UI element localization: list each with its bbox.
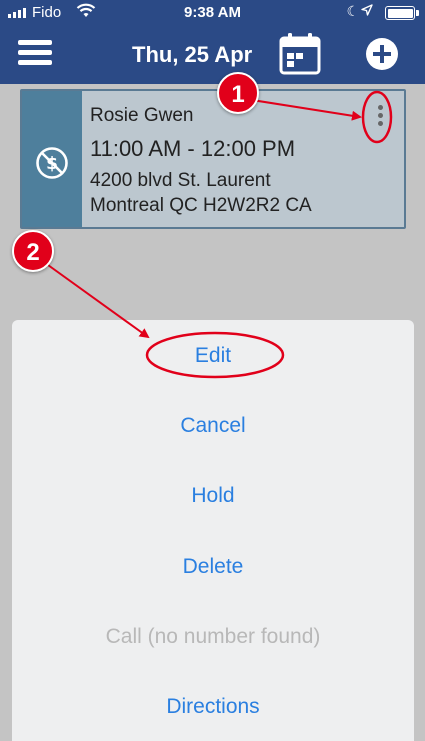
directions-button[interactable]: Directions <box>12 695 414 719</box>
page-title-date: Thu, 25 Apr <box>132 42 253 67</box>
status-bar: Fido 9:38 AM ☾ <box>0 0 425 26</box>
hold-button[interactable]: Hold <box>12 484 414 508</box>
appointment-card[interactable]: $ Rosie Gwen 11:00 AM - 12:00 PM 4200 bl… <box>20 89 406 229</box>
battery-icon <box>385 6 419 20</box>
more-options-icon[interactable] <box>372 105 388 129</box>
svg-text:$: $ <box>46 154 58 174</box>
edit-button[interactable]: Edit <box>12 344 414 368</box>
address-line-1: 4200 blvd St. Laurent <box>90 170 271 191</box>
address-line-2: Montreal QC H2W2R2 CA <box>90 195 312 216</box>
no-payment-icon: $ <box>36 147 68 179</box>
annotation-badge-2: 2 <box>12 230 54 272</box>
add-icon[interactable] <box>366 38 398 70</box>
card-status-strip: $ <box>22 91 82 227</box>
client-name: Rosie Gwen <box>90 105 194 126</box>
location-arrow-icon <box>361 4 373 16</box>
annotation-badge-1: 1 <box>217 72 259 114</box>
calendar-icon[interactable] <box>278 32 322 76</box>
moon-icon: ☾ <box>346 3 359 19</box>
delete-button[interactable]: Delete <box>12 555 414 579</box>
nav-bar: Thu, 25 Apr <box>0 26 425 84</box>
action-sheet: Edit Cancel Hold Delete Call (no number … <box>12 320 414 741</box>
call-button: Call (no number found) <box>105 625 321 648</box>
appointment-time: 11:00 AM - 12:00 PM <box>90 136 296 161</box>
hamburger-icon[interactable] <box>18 40 52 66</box>
cancel-button[interactable]: Cancel <box>12 414 414 438</box>
